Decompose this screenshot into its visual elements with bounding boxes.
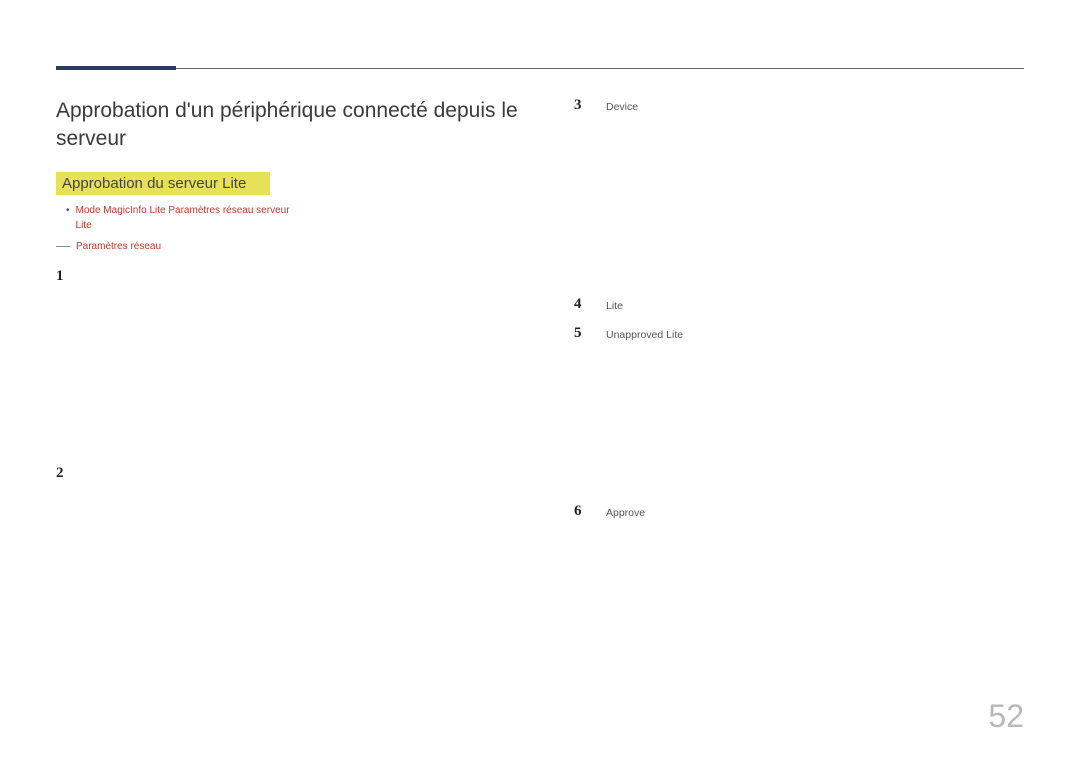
note-dash-icon	[56, 246, 70, 247]
figure-placeholder	[574, 126, 1024, 296]
note-row: Paramètres réseau	[56, 239, 526, 254]
document-page: Approbation d'un périphérique connecté d…	[0, 0, 1080, 763]
bullet-highlight-1: Mode MagicInfo	[76, 205, 147, 216]
step-body: Device	[606, 97, 638, 116]
step-text: Lite	[606, 300, 623, 312]
step-number: 4	[574, 296, 590, 315]
figure-placeholder	[574, 353, 1024, 503]
step-5: 5 Unapproved Lite	[574, 325, 1024, 344]
step-text-1: Approve	[606, 505, 645, 522]
rule-accent	[56, 66, 176, 70]
section-title: Approbation d'un périphérique connecté d…	[56, 97, 526, 154]
note-highlight: Paramètres réseau	[76, 241, 161, 252]
step-text-2: Lite	[666, 329, 683, 341]
right-column: 3 Device 4 Lite 5 Unapproved Lite	[574, 97, 1024, 662]
bullet-dot-icon: •	[66, 203, 70, 233]
step-4: 4 Lite	[574, 296, 1024, 315]
step-number: 5	[574, 325, 590, 344]
step-number: 3	[574, 97, 590, 116]
two-column-layout: Approbation d'un périphérique connecté d…	[56, 97, 1024, 662]
bullet-highlight-3: Paramètres réseau serveur	[168, 205, 289, 216]
step-2: 2	[56, 465, 526, 482]
step-body: Lite	[606, 296, 623, 315]
note-text: Paramètres réseau	[76, 239, 161, 254]
top-rule	[56, 68, 1024, 69]
step-body: Unapproved Lite	[606, 325, 683, 344]
step-text: Device	[606, 101, 638, 113]
step-number: 2	[56, 465, 72, 482]
step-6: 6 Approve	[574, 503, 1024, 522]
step-3: 3 Device	[574, 97, 1024, 116]
bullet-highlight-4: Lite	[76, 220, 92, 231]
step-body: Approve	[606, 503, 645, 522]
step-1: 1	[56, 268, 526, 285]
bullet-item: • Mode MagicInfo Lite Paramètres réseau …	[66, 203, 526, 233]
page-number: 52	[988, 698, 1024, 735]
subsection-heading: Approbation du serveur Lite	[56, 172, 270, 195]
step-number: 6	[574, 503, 590, 522]
step-text-1: Unapproved	[606, 329, 663, 341]
left-column: Approbation d'un périphérique connecté d…	[56, 97, 526, 662]
bullet-text: Mode MagicInfo Lite Paramètres réseau se…	[76, 203, 290, 233]
step-number: 1	[56, 268, 72, 285]
bullet-highlight-2: Lite	[149, 205, 165, 216]
